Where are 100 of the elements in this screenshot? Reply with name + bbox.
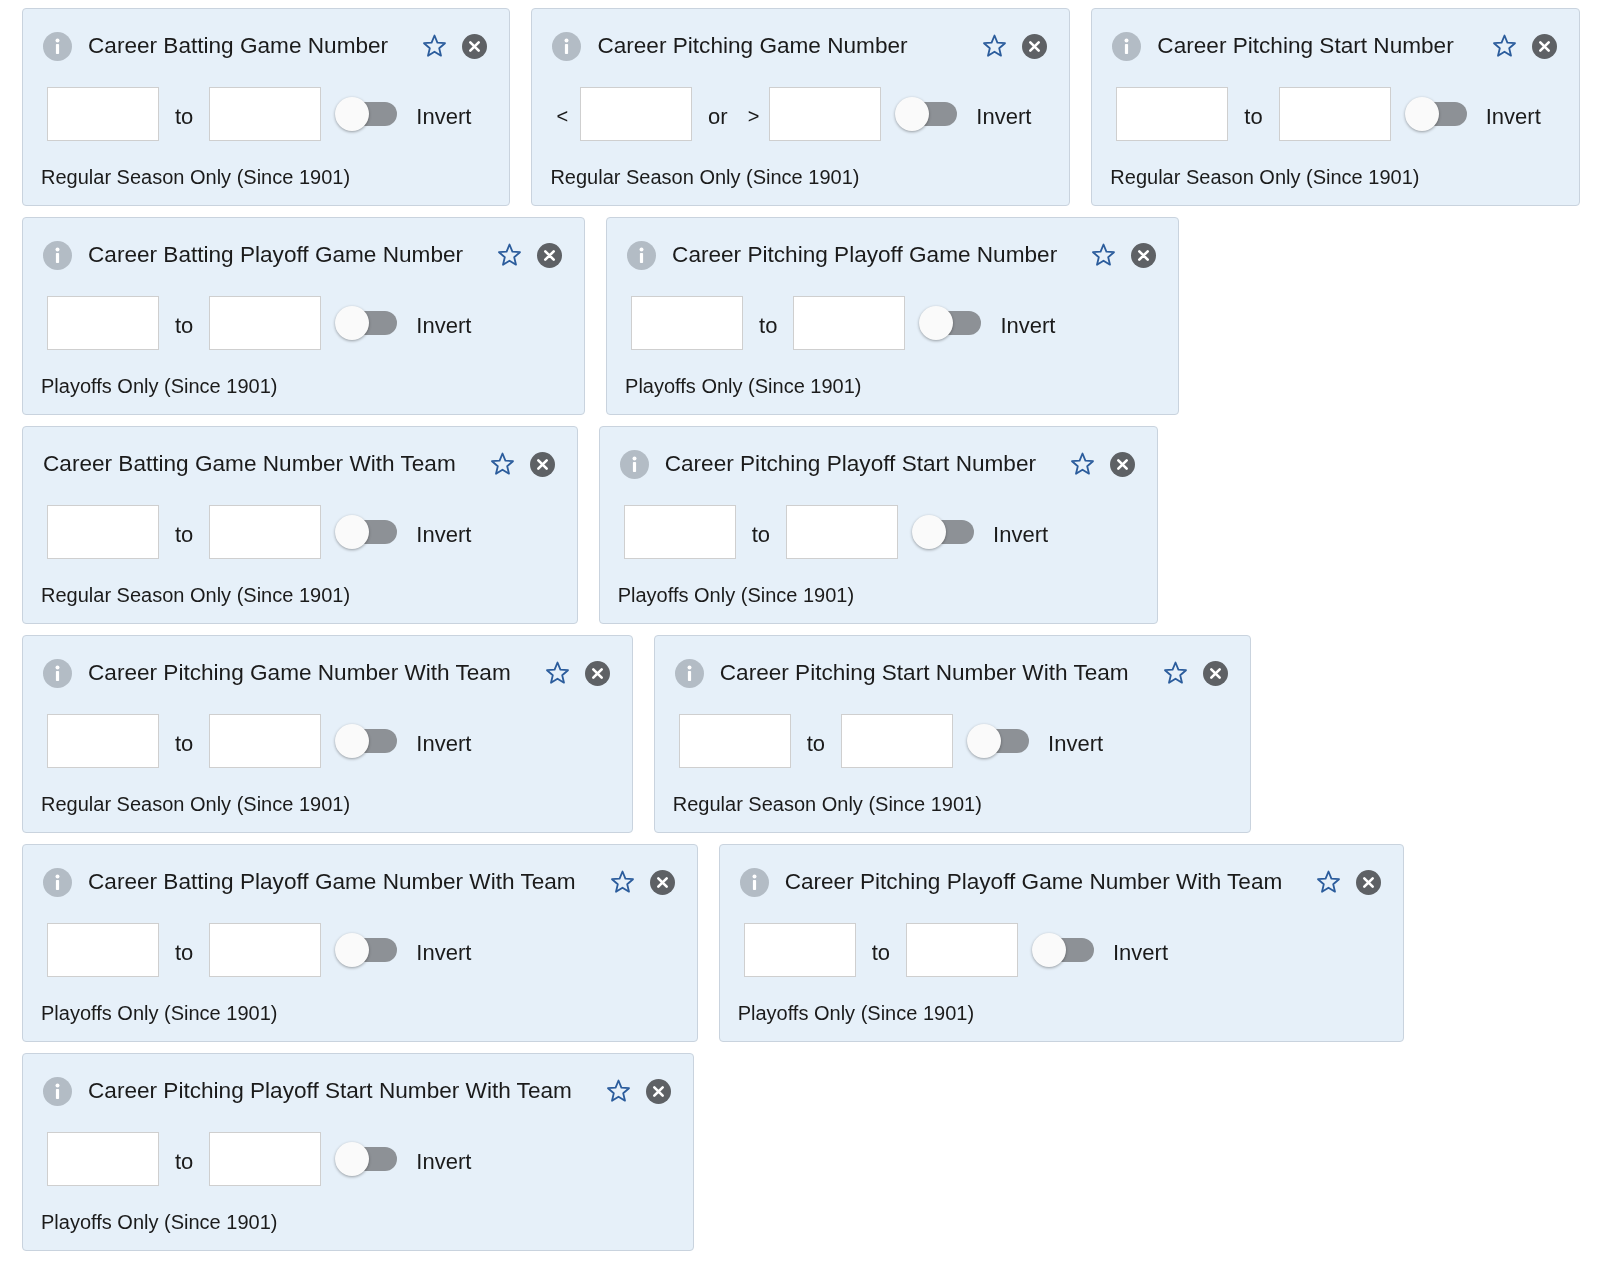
filter-title: Career Pitching Game Number xyxy=(597,32,909,60)
input-field[interactable] xyxy=(841,714,954,768)
toggle-switch[interactable] xyxy=(1404,97,1467,131)
input-field[interactable] xyxy=(47,505,159,559)
range-joiner: to xyxy=(175,730,194,758)
star-icon[interactable] xyxy=(422,34,448,58)
info-icon[interactable] xyxy=(739,867,769,897)
filter-title: Career Pitching Playoff Start Number With Team xyxy=(88,1077,573,1105)
input-field[interactable] xyxy=(623,505,736,559)
close-icon[interactable] xyxy=(645,1078,671,1104)
close-icon[interactable] xyxy=(1356,869,1382,895)
close-icon[interactable] xyxy=(1531,33,1557,59)
filter-note: Playoffs Only (Since 1901) xyxy=(41,374,279,398)
input-field[interactable] xyxy=(209,1132,322,1186)
filter-title: Career Pitching Playoff Game Number xyxy=(672,241,1059,269)
range-joiner: or xyxy=(708,103,728,131)
info-icon[interactable] xyxy=(43,658,72,688)
toggle-label: Invert xyxy=(416,729,472,758)
filter-title: Career Batting Playoff Game Number xyxy=(88,241,465,269)
toggle-switch[interactable] xyxy=(895,97,958,131)
info-icon[interactable] xyxy=(1112,31,1142,61)
range-joiner: to xyxy=(1244,103,1263,131)
input-field[interactable] xyxy=(786,505,899,559)
toggle-switch[interactable] xyxy=(967,724,1030,758)
toggle-switch[interactable] xyxy=(912,515,975,549)
star-icon[interactable] xyxy=(609,870,635,894)
toggle-label: Invert xyxy=(1485,102,1541,131)
close-icon[interactable] xyxy=(1131,242,1157,268)
toggle-switch[interactable] xyxy=(335,933,398,967)
star-icon[interactable] xyxy=(1091,243,1117,267)
input-field[interactable] xyxy=(209,714,322,768)
toggle-label: Invert xyxy=(416,1147,472,1176)
star-icon[interactable] xyxy=(982,34,1008,58)
toggle-label: Invert xyxy=(976,102,1032,131)
filter-title: Career Batting Game Number With Team xyxy=(43,450,457,478)
comparison-sign: < xyxy=(556,104,569,129)
close-icon[interactable] xyxy=(537,242,563,268)
info-icon[interactable] xyxy=(43,1076,72,1106)
info-icon[interactable] xyxy=(627,240,657,270)
input-field[interactable] xyxy=(743,923,856,977)
info-icon[interactable] xyxy=(674,658,704,688)
input-field[interactable] xyxy=(47,923,159,977)
star-icon[interactable] xyxy=(489,452,515,476)
input-field[interactable] xyxy=(47,296,159,350)
toggle-label: Invert xyxy=(416,520,472,549)
toggle-switch[interactable] xyxy=(335,306,398,340)
info-icon[interactable] xyxy=(43,240,72,270)
star-icon[interactable] xyxy=(497,243,523,267)
toggle-switch[interactable] xyxy=(335,515,398,549)
input-field[interactable] xyxy=(47,1132,159,1186)
input-field[interactable] xyxy=(47,714,159,768)
input-field[interactable] xyxy=(793,296,906,350)
toggle-label: Invert xyxy=(1048,729,1104,758)
close-icon[interactable] xyxy=(1110,451,1135,477)
input-field[interactable] xyxy=(209,296,322,350)
toggle-switch[interactable] xyxy=(335,97,398,131)
toggle-switch[interactable] xyxy=(335,1142,398,1176)
toggle-switch[interactable] xyxy=(335,724,398,758)
input-field[interactable] xyxy=(678,714,791,768)
toggle-label: Invert xyxy=(416,311,472,340)
input-field[interactable] xyxy=(580,87,693,141)
input-field[interactable] xyxy=(209,923,322,977)
info-icon[interactable] xyxy=(619,449,649,479)
filter-note: Regular Season Only (Since 1901) xyxy=(1110,165,1421,189)
input-field[interactable] xyxy=(769,87,882,141)
filter-title: Career Pitching Game Number With Team xyxy=(88,659,512,687)
info-icon[interactable] xyxy=(43,31,72,61)
star-icon[interactable] xyxy=(1316,870,1342,894)
toggle-label: Invert xyxy=(416,102,472,131)
close-icon[interactable] xyxy=(529,451,555,477)
filter-note: Playoffs Only (Since 1901) xyxy=(737,1001,976,1025)
star-icon[interactable] xyxy=(544,661,570,685)
filter-title: Career Batting Game Number xyxy=(88,32,390,60)
star-icon[interactable] xyxy=(1070,452,1095,476)
toggle-label: Invert xyxy=(1113,938,1169,967)
range-joiner: to xyxy=(175,521,194,549)
close-icon[interactable] xyxy=(1202,660,1228,686)
toggle-switch[interactable] xyxy=(919,306,982,340)
close-icon[interactable] xyxy=(584,660,610,686)
filter-note: Regular Season Only (Since 1901) xyxy=(41,165,352,189)
star-icon[interactable] xyxy=(1162,661,1188,685)
close-icon[interactable] xyxy=(649,869,675,895)
info-icon[interactable] xyxy=(552,31,582,61)
input-field[interactable] xyxy=(1278,87,1391,141)
input-field[interactable] xyxy=(209,87,322,141)
star-icon[interactable] xyxy=(605,1079,631,1103)
info-icon[interactable] xyxy=(43,867,72,897)
input-field[interactable] xyxy=(47,87,159,141)
input-field[interactable] xyxy=(906,923,1018,977)
filter-note: Playoffs Only (Since 1901) xyxy=(41,1001,279,1025)
input-field[interactable] xyxy=(209,505,322,559)
input-field[interactable] xyxy=(1116,87,1229,141)
filter-note: Regular Season Only (Since 1901) xyxy=(41,583,352,607)
input-field[interactable] xyxy=(631,296,744,350)
range-joiner: to xyxy=(759,312,778,340)
close-icon[interactable] xyxy=(1022,33,1048,59)
close-icon[interactable] xyxy=(462,33,488,59)
filter-title: Career Pitching Start Number xyxy=(1157,32,1455,60)
toggle-switch[interactable] xyxy=(1032,933,1094,967)
star-icon[interactable] xyxy=(1491,34,1517,58)
